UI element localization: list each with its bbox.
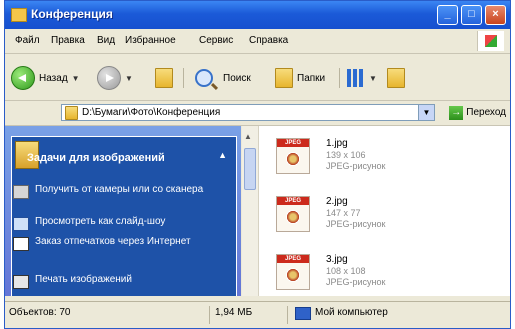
back-button[interactable]: Назад ▼	[11, 66, 80, 90]
close-button[interactable]: ×	[485, 5, 506, 25]
up-folder-button[interactable]	[155, 66, 173, 90]
menu-view[interactable]: Вид	[97, 35, 115, 46]
folder-icon	[387, 68, 405, 88]
task-pane: Задачи для изображений ▲ Получить от кам…	[5, 126, 241, 296]
task-label: Получить от камеры или со сканера	[35, 184, 204, 195]
menu-bar: Файл Правка Вид Избранное Сервис Справка	[5, 29, 510, 54]
menu-file[interactable]: Файл	[15, 35, 40, 46]
menu-help[interactable]: Справка	[249, 35, 288, 46]
address-input[interactable]: D:\Бумаги\Фото\Конференция ▼	[61, 104, 435, 121]
explorer-window: Конференция _ □ × Файл Правка Вид Избран…	[4, 0, 511, 329]
views-button[interactable]: ▼	[347, 66, 377, 90]
task-label: Просмотреть как слайд-шоу	[35, 216, 166, 227]
scroll-up-icon[interactable]: ▲	[244, 132, 252, 141]
toolbar-separator	[183, 68, 184, 88]
status-divider	[287, 306, 288, 324]
maximize-button[interactable]: □	[461, 5, 482, 25]
file-type: JPEG-рисунок	[326, 161, 386, 171]
go-label: Переход	[466, 107, 506, 118]
task-get-from-camera[interactable]: Получить от камеры или со сканера	[13, 184, 205, 199]
forward-button[interactable]: ▼	[97, 66, 133, 90]
slideshow-icon	[13, 217, 29, 231]
extra-folder-button[interactable]	[387, 66, 405, 90]
search-icon	[195, 69, 213, 87]
status-size: 1,94 МБ	[215, 307, 253, 318]
camera-icon	[13, 185, 29, 199]
menu-edit[interactable]: Правка	[51, 35, 85, 46]
menu-favorites[interactable]: Избранное	[125, 35, 176, 46]
search-button[interactable]: Поиск	[195, 66, 251, 90]
status-bar: Объектов: 70 1,94 МБ Мой компьютер	[5, 301, 510, 328]
task-label: Печать изображений	[35, 274, 132, 285]
my-computer-icon	[295, 307, 311, 320]
window-title: Конференция	[31, 7, 113, 21]
task-print-pictures[interactable]: Печать изображений	[13, 274, 205, 289]
address-path: D:\Бумаги\Фото\Конференция	[82, 107, 221, 118]
search-label: Поиск	[223, 72, 251, 84]
file-name: 3.jpg	[326, 254, 348, 265]
menu-tools[interactable]: Сервис	[199, 35, 233, 46]
status-divider	[209, 306, 210, 324]
back-label: Назад	[39, 72, 68, 84]
back-arrow-icon	[11, 66, 35, 90]
chevron-down-icon: ▼	[125, 73, 133, 83]
status-location: Мой компьютер	[315, 307, 388, 318]
up-folder-icon	[155, 68, 173, 88]
scrollbar[interactable]: ▲	[242, 126, 259, 296]
file-dimensions: 147 x 77	[326, 208, 361, 218]
folder-icon	[65, 106, 78, 120]
toolbar: Назад ▼ ▼ Поиск Папки ▼	[5, 54, 510, 101]
scroll-thumb[interactable]	[244, 148, 256, 190]
printer-icon	[13, 275, 29, 289]
title-bar[interactable]: Конференция _ □ ×	[5, 1, 510, 29]
go-button[interactable]: → Переход	[449, 104, 506, 121]
file-dimensions: 139 x 106	[326, 150, 366, 160]
folders-button[interactable]: Папки	[275, 66, 325, 90]
minimize-button[interactable]: _	[437, 5, 458, 25]
views-icon	[347, 69, 365, 87]
chevron-down-icon: ▼	[369, 73, 377, 83]
windows-logo-icon	[477, 31, 504, 51]
status-object-count: Объектов: 70	[9, 307, 71, 318]
task-slideshow[interactable]: Просмотреть как слайд-шоу	[13, 216, 205, 231]
folders-label: Папки	[297, 72, 326, 84]
file-list: ▲ JPEG 1.jpg 139 x 106 JPEG-рисунок JPEG…	[242, 126, 510, 296]
jpeg-file-icon: JPEG	[276, 138, 310, 174]
file-name: 1.jpg	[326, 138, 348, 149]
file-name: 2.jpg	[326, 196, 348, 207]
folders-icon	[275, 68, 293, 88]
file-type: JPEG-рисунок	[326, 277, 386, 287]
jpeg-file-icon: JPEG	[276, 254, 310, 290]
go-arrow-icon: →	[449, 105, 464, 120]
forward-arrow-icon	[97, 66, 121, 90]
chevron-down-icon: ▼	[71, 73, 80, 83]
address-bar: D:\Бумаги\Фото\Конференция ▼ → Переход	[5, 101, 510, 126]
task-order-prints[interactable]: Заказ отпечатков через Интернет	[13, 236, 205, 251]
file-dimensions: 108 x 108	[326, 266, 366, 276]
address-dropdown-icon[interactable]: ▼	[418, 105, 434, 120]
collapse-icon[interactable]: ▲	[218, 150, 227, 160]
file-type: JPEG-рисунок	[326, 219, 386, 229]
toolbar-separator	[339, 68, 340, 88]
order-prints-icon	[13, 237, 29, 251]
jpeg-file-icon: JPEG	[276, 196, 310, 232]
picture-tasks-title: Задачи для изображений	[27, 152, 165, 164]
folder-icon	[11, 8, 27, 22]
task-label: Заказ отпечатков через Интернет	[35, 236, 191, 247]
picture-tasks-header[interactable]: Задачи для изображений ▲	[15, 141, 227, 169]
